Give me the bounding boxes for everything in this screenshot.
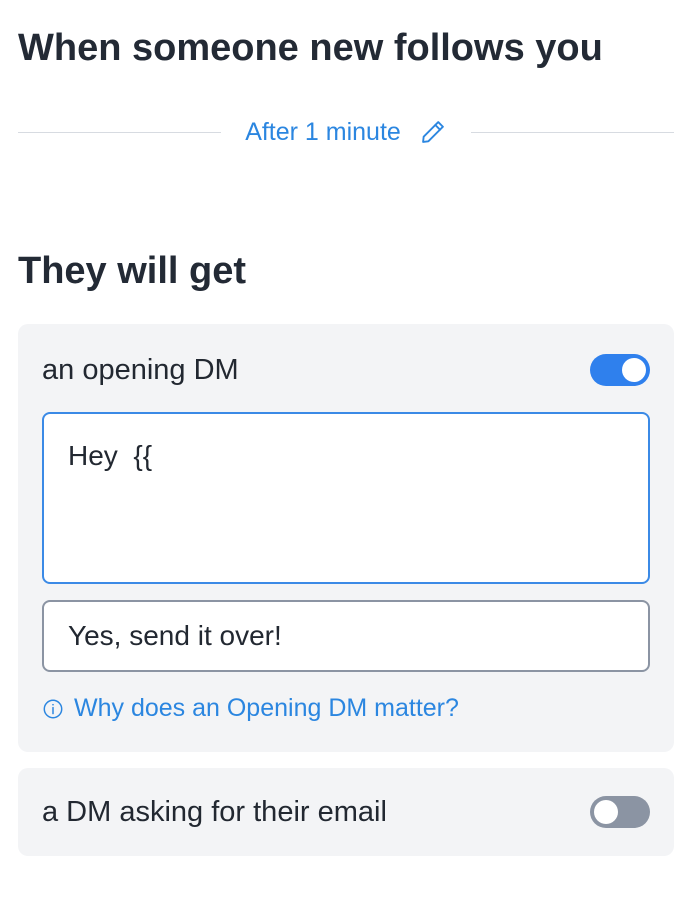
toggle-knob xyxy=(622,358,646,382)
email-dm-header: a DM asking for their email xyxy=(42,788,650,836)
help-link-label: Why does an Opening DM matter? xyxy=(74,694,459,722)
email-dm-card: a DM asking for their email xyxy=(18,768,674,856)
delay-row: After 1 minute xyxy=(18,114,675,150)
info-icon xyxy=(42,698,64,720)
toggle-knob xyxy=(594,800,618,824)
opening-dm-message-input[interactable]: Hey {{ xyxy=(42,412,650,584)
delay-edit-link[interactable]: After 1 minute xyxy=(245,118,447,147)
email-dm-toggle[interactable] xyxy=(590,796,650,828)
opening-dm-toggle[interactable] xyxy=(590,354,650,386)
delay-label: After 1 minute xyxy=(245,117,401,146)
opening-dm-header: an opening DM xyxy=(42,346,650,394)
opening-dm-card: an opening DM Hey {{ Yes, send it over! … xyxy=(18,324,674,752)
divider-left xyxy=(18,131,222,133)
pencil-icon[interactable] xyxy=(419,118,447,146)
email-dm-label: a DM asking for their email xyxy=(42,795,387,828)
opening-dm-button-text-input[interactable]: Yes, send it over! xyxy=(42,600,650,672)
page-title: When someone new follows you xyxy=(18,27,603,69)
opening-dm-label: an opening DM xyxy=(42,353,239,386)
divider-right xyxy=(470,131,675,133)
section-title: They will get xyxy=(18,250,247,292)
opening-dm-help-link[interactable]: Why does an Opening DM matter? xyxy=(42,694,459,723)
